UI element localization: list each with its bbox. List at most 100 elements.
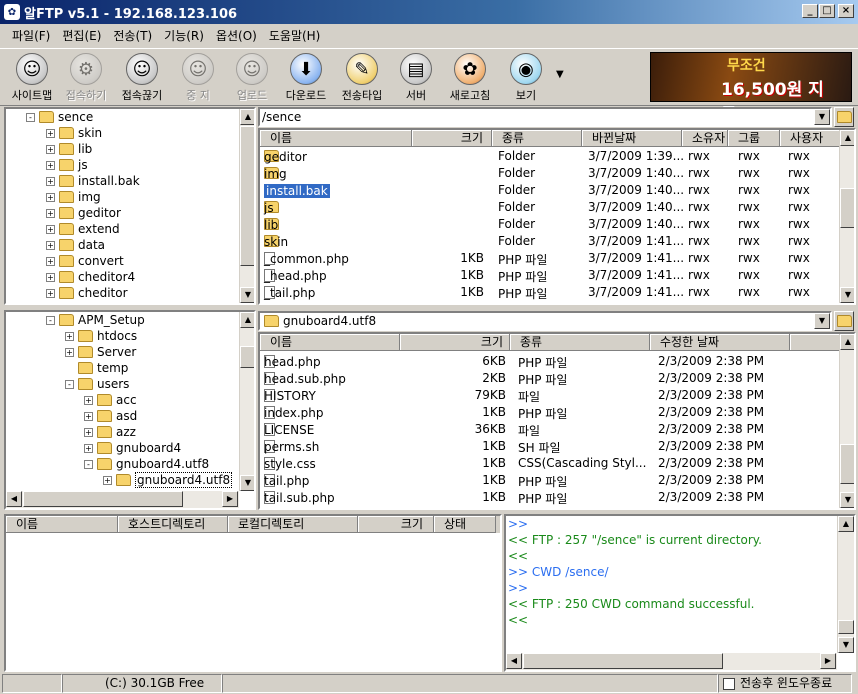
scroll-right-icon[interactable]: ▶: [820, 653, 836, 669]
tree-item[interactable]: temp: [65, 360, 128, 376]
menu-edit[interactable]: 편집(E): [56, 27, 107, 44]
scroll-down-icon[interactable]: ▼: [240, 287, 254, 303]
expand-icon[interactable]: +: [84, 395, 93, 405]
disconnect-button[interactable]: ☺ 접속끊기: [114, 51, 170, 105]
col-date[interactable]: 바뀐날짜: [582, 130, 682, 147]
maximize-button[interactable]: □: [819, 4, 835, 18]
close-after-transfer-option[interactable]: 전송후 윈도우종료: [718, 674, 852, 693]
tree-item[interactable]: + bbs: [46, 301, 100, 306]
col-host-dir[interactable]: 호스트디렉토리: [118, 516, 228, 533]
expand-icon[interactable]: +: [46, 208, 55, 218]
menu-options[interactable]: 옵션(O): [210, 27, 263, 44]
col-user[interactable]: 사용자: [780, 130, 840, 147]
tree-item[interactable]: + cheditor: [46, 285, 128, 301]
tree-item-sence[interactable]: - sence: [26, 109, 93, 125]
col-modified[interactable]: 수정한 날짜: [650, 334, 790, 351]
remote-parent-folder-button[interactable]: [834, 107, 854, 127]
tree-item[interactable]: + gnuboard4.utf8: [103, 472, 233, 488]
sitemap-button[interactable]: ☺ 사이트맵: [4, 51, 60, 105]
tree-item[interactable]: + cheditor4: [46, 269, 135, 285]
expand-icon[interactable]: -: [65, 379, 74, 389]
expand-icon[interactable]: +: [103, 475, 112, 485]
scroll-thumb[interactable]: [240, 126, 254, 266]
remote-path-combo[interactable]: /sence ▼: [258, 107, 832, 127]
scroll-up-icon[interactable]: ▲: [838, 516, 854, 532]
tree-item[interactable]: + extend: [46, 221, 120, 237]
expand-icon[interactable]: +: [84, 411, 93, 421]
scroll-thumb[interactable]: [240, 346, 254, 368]
col-status[interactable]: 상태: [434, 516, 496, 533]
expand-icon[interactable]: +: [46, 160, 55, 170]
scroll-up-icon[interactable]: ▲: [840, 334, 854, 350]
col-name[interactable]: 이름: [260, 130, 412, 147]
tree-item[interactable]: + htdocs: [65, 328, 137, 344]
close-button[interactable]: ×: [838, 4, 854, 18]
expand-icon[interactable]: +: [65, 331, 74, 341]
col-group[interactable]: 그룹: [728, 130, 780, 147]
table-row[interactable]: _head.php 1KB PHP 파일 3/7/2009 1:41... rwx rwx…: [262, 267, 838, 284]
stop-button[interactable]: ☺ 중 지: [170, 51, 226, 105]
scroll-left-icon[interactable]: ◀: [6, 491, 22, 507]
scroll-down-icon[interactable]: ▼: [840, 492, 854, 508]
local-tree-scrollbar[interactable]: ▲ ▼: [239, 312, 254, 491]
expand-icon[interactable]: +: [46, 288, 55, 298]
upload-button[interactable]: ☺ 업로드: [224, 51, 280, 105]
table-row[interactable]: HISTORY 79KB 파일 2/3/2009 2:38 PM: [262, 387, 838, 404]
tree-item[interactable]: + lib: [46, 141, 92, 157]
server-button[interactable]: ▤ 서버: [388, 51, 444, 105]
chevron-down-icon[interactable]: ▼: [814, 109, 830, 125]
remote-list-scrollbar[interactable]: ▲ ▼: [839, 130, 854, 303]
scroll-thumb[interactable]: [840, 188, 854, 228]
menu-transfer[interactable]: 전송(T): [107, 27, 158, 44]
scroll-up-icon[interactable]: ▲: [240, 312, 254, 328]
table-row[interactable]: _tail.php 1KB PHP 파일 3/7/2009 1:41... rwx rwx…: [262, 284, 838, 301]
expand-icon[interactable]: +: [46, 240, 55, 250]
table-row[interactable]: skin Folder 3/7/2009 1:41... rwx rwx rwx: [262, 233, 838, 250]
scroll-thumb[interactable]: [840, 444, 854, 484]
expand-icon[interactable]: +: [65, 347, 74, 357]
table-row[interactable]: tail.sub.php 1KB PHP 파일 2/3/2009 2:38 PM: [262, 489, 838, 506]
scroll-down-icon[interactable]: ▼: [840, 287, 854, 303]
ad-banner[interactable]: 무조건 16,500원 지급!!: [650, 52, 852, 125]
tree-item[interactable]: + data: [46, 237, 105, 253]
table-row[interactable]: LICENSE 36KB 파일 2/3/2009 2:38 PM: [262, 421, 838, 438]
tree-item[interactable]: - gnuboard4.utf8: [84, 456, 209, 472]
expand-icon[interactable]: +: [84, 427, 93, 437]
tree-item[interactable]: + azz: [84, 424, 136, 440]
tree-item[interactable]: + geditor: [46, 205, 121, 221]
table-row[interactable]: _common.php 1KB PHP 파일 3/7/2009 1:41... rwx r…: [262, 250, 838, 267]
table-row[interactable]: install.bak Folder 3/7/2009 1:40... rwx rwx r…: [262, 182, 838, 199]
col-owner[interactable]: 소유자: [682, 130, 728, 147]
table-row[interactable]: head.php 6KB PHP 파일 2/3/2009 2:38 PM: [262, 353, 838, 370]
local-parent-folder-button[interactable]: [834, 311, 854, 331]
tree-item[interactable]: + convert: [46, 253, 124, 269]
tree-item[interactable]: + asd: [84, 408, 137, 424]
table-row[interactable]: head.sub.php 2KB PHP 파일 2/3/2009 2:38 PM: [262, 370, 838, 387]
table-row[interactable]: geditor Folder 3/7/2009 1:39... rwx rwx rwx: [262, 148, 838, 165]
minimize-button[interactable]: _: [802, 4, 818, 18]
table-row[interactable]: index.php 1KB PHP 파일 2/3/2009 2:38 PM: [262, 404, 838, 421]
table-row[interactable]: style.css 1KB CSS(Cascading Styl... 2/3/200…: [262, 455, 838, 472]
tree-item[interactable]: + js: [46, 157, 88, 173]
table-row[interactable]: img Folder 3/7/2009 1:40... rwx rwx rwx: [262, 165, 838, 182]
tree-item[interactable]: + skin: [46, 125, 102, 141]
expand-icon[interactable]: +: [46, 144, 55, 154]
local-path-combo[interactable]: gnuboard4.utf8 ▼: [258, 311, 832, 331]
expand-icon[interactable]: -: [46, 315, 55, 325]
expand-icon[interactable]: +: [46, 305, 55, 306]
table-row[interactable]: tail.php 1KB PHP 파일 2/3/2009 2:38 PM: [262, 472, 838, 489]
expand-icon[interactable]: +: [46, 224, 55, 234]
log-scrollbar[interactable]: ▲ ▼: [837, 516, 854, 653]
col-extra[interactable]: [790, 334, 840, 351]
expand-icon[interactable]: +: [46, 176, 55, 186]
connect-button[interactable]: ⚙ 접속하기: [58, 51, 114, 105]
close-after-transfer-checkbox[interactable]: [723, 677, 735, 690]
scroll-thumb[interactable]: [838, 620, 854, 634]
table-row[interactable]: perms.sh 1KB SH 파일 2/3/2009 2:38 PM: [262, 438, 838, 455]
scroll-thumb[interactable]: [523, 653, 723, 669]
table-row[interactable]: js Folder 3/7/2009 1:40... rwx rwx rwx: [262, 199, 838, 216]
remote-tree-scrollbar[interactable]: ▲ ▼: [239, 109, 254, 303]
expand-icon[interactable]: +: [46, 272, 55, 282]
tree-item[interactable]: - APM_Setup: [46, 312, 145, 328]
chevron-down-icon[interactable]: ▼: [814, 313, 830, 329]
